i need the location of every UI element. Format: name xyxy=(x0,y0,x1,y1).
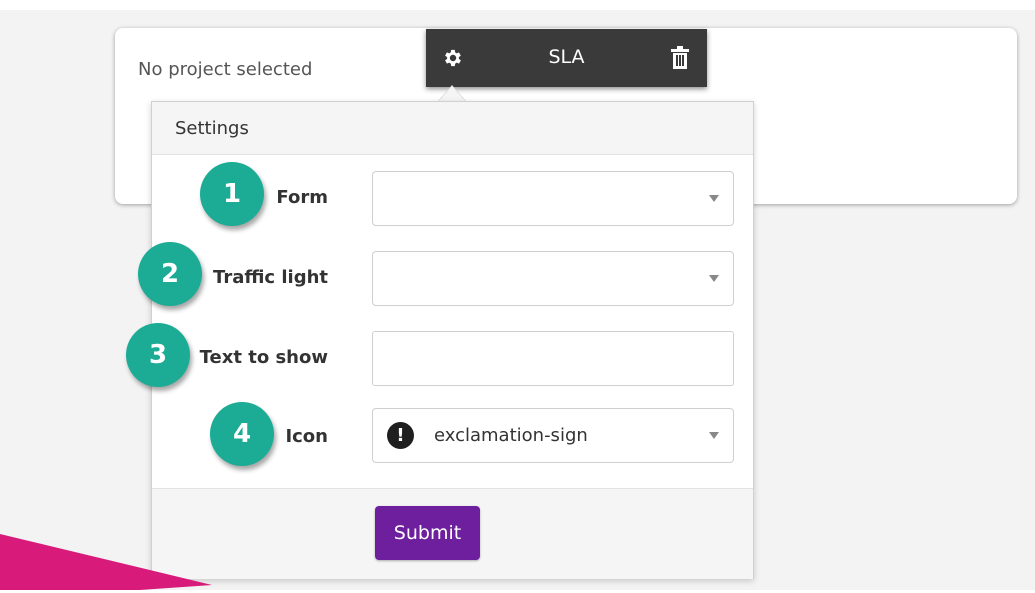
form-select[interactable] xyxy=(372,171,734,226)
callout-badge-2: 2 xyxy=(138,242,202,306)
icon-select[interactable]: ! exclamation-sign xyxy=(372,408,734,463)
project-status-text: No project selected xyxy=(138,59,313,80)
icon-select-value: exclamation-sign xyxy=(434,425,588,446)
callout-badge-3: 3 xyxy=(126,323,190,387)
popover-caret xyxy=(438,86,466,102)
settings-footer: Submit xyxy=(152,488,753,579)
callout-badge-4: 4 xyxy=(210,402,274,466)
top-strip xyxy=(0,0,1035,10)
chevron-down-icon xyxy=(709,275,719,282)
widget-title: SLA xyxy=(548,46,585,68)
submit-button[interactable]: Submit xyxy=(375,506,480,560)
icon-label: Icon xyxy=(285,426,328,447)
chevron-down-icon xyxy=(709,432,719,439)
traffic-light-label: Traffic light xyxy=(213,267,328,288)
exclamation-sign-icon: ! xyxy=(387,422,414,449)
chevron-down-icon xyxy=(709,195,719,202)
callout-badge-1: 1 xyxy=(200,162,264,226)
settings-title: Settings xyxy=(175,118,249,139)
settings-header: Settings xyxy=(152,102,753,155)
trash-icon[interactable] xyxy=(669,46,691,70)
widget-toolbar: SLA xyxy=(426,29,707,87)
traffic-light-select[interactable] xyxy=(372,251,734,306)
form-label: Form xyxy=(276,187,328,208)
text-to-show-input[interactable] xyxy=(372,331,734,386)
text-to-show-label: Text to show xyxy=(199,347,328,368)
